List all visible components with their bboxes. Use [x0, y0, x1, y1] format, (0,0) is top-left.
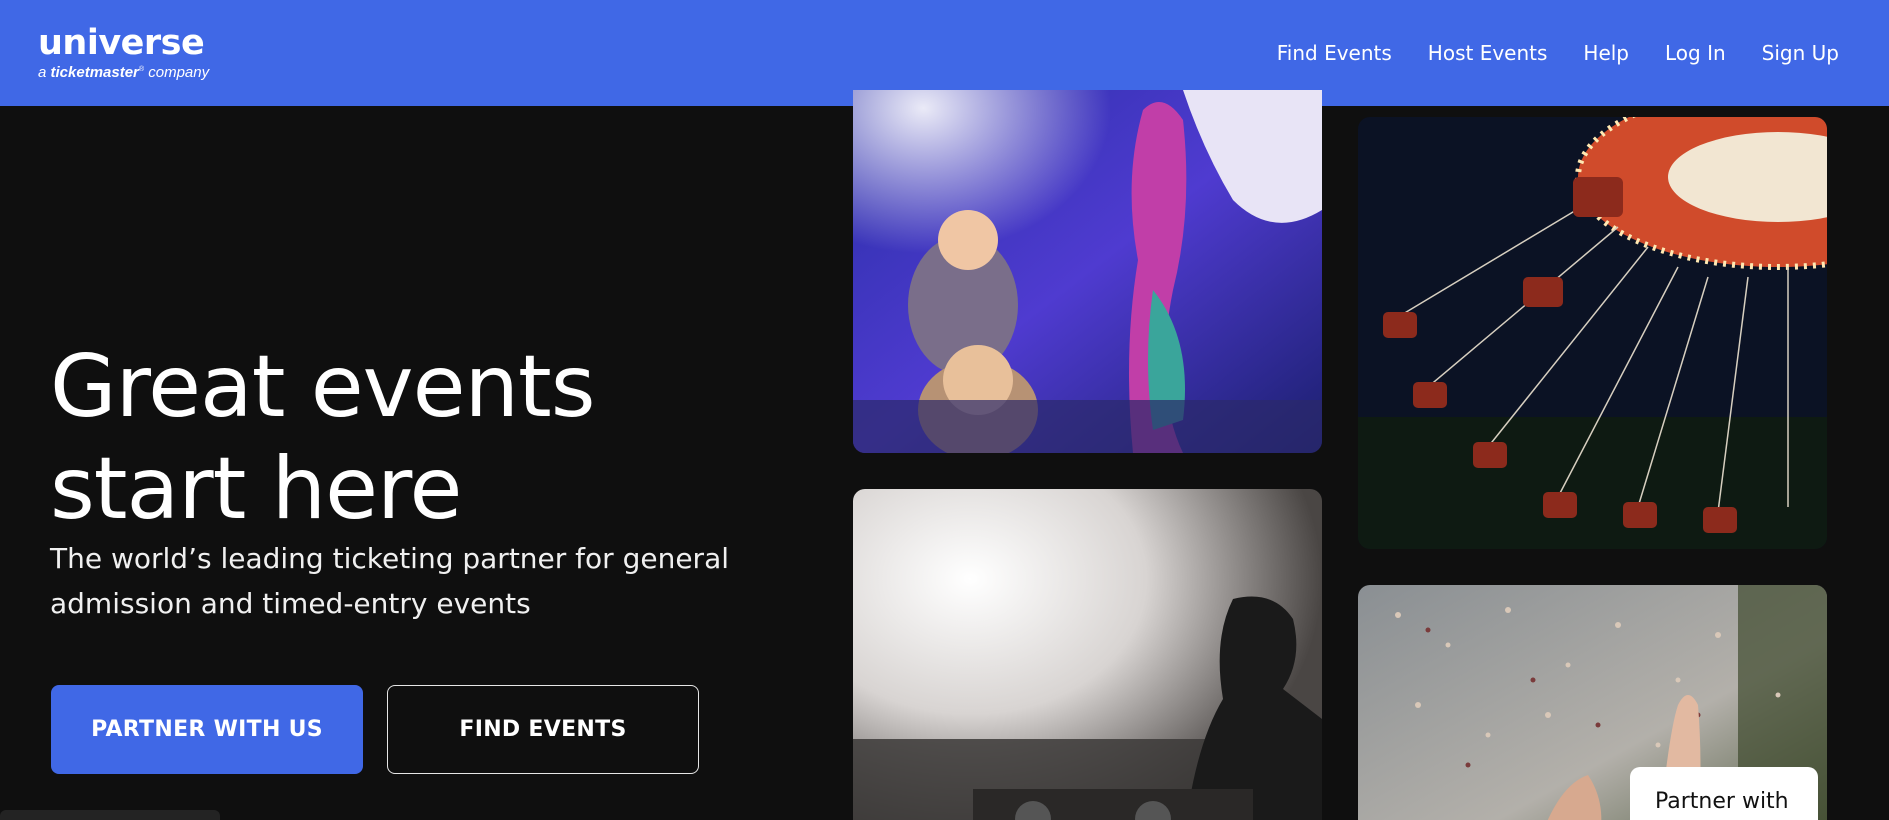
mermaid-show-crowd-photo	[853, 90, 1322, 453]
hero-subtitle: The world’s leading ticketing partner fo…	[50, 542, 729, 620]
nav-find-events[interactable]: Find Events	[1277, 41, 1392, 65]
partner-with-us-button[interactable]: PARTNER WITH US	[51, 685, 363, 774]
dj-concert-photo	[853, 489, 1322, 820]
partner-with-us-floating-button[interactable]: Partner with us	[1630, 767, 1818, 820]
main-nav: Find Events Host Events Help Log In Sign…	[1277, 41, 1839, 65]
nav-log-in[interactable]: Log In	[1665, 41, 1726, 65]
logo-tagline: a ticketmaster® company	[38, 64, 210, 81]
swing-ride-at-night-photo	[1358, 117, 1827, 549]
universe-logo[interactable]: universe a ticketmaster® company	[38, 23, 210, 81]
nav-help[interactable]: Help	[1583, 41, 1629, 65]
nav-sign-up[interactable]: Sign Up	[1762, 41, 1839, 65]
find-events-button[interactable]: FIND EVENTS	[387, 685, 699, 774]
hero-title: Great events start here	[50, 337, 596, 539]
corner-tab[interactable]	[0, 810, 220, 820]
logo-wordmark: universe	[38, 23, 205, 63]
nav-host-events[interactable]: Host Events	[1428, 41, 1548, 65]
